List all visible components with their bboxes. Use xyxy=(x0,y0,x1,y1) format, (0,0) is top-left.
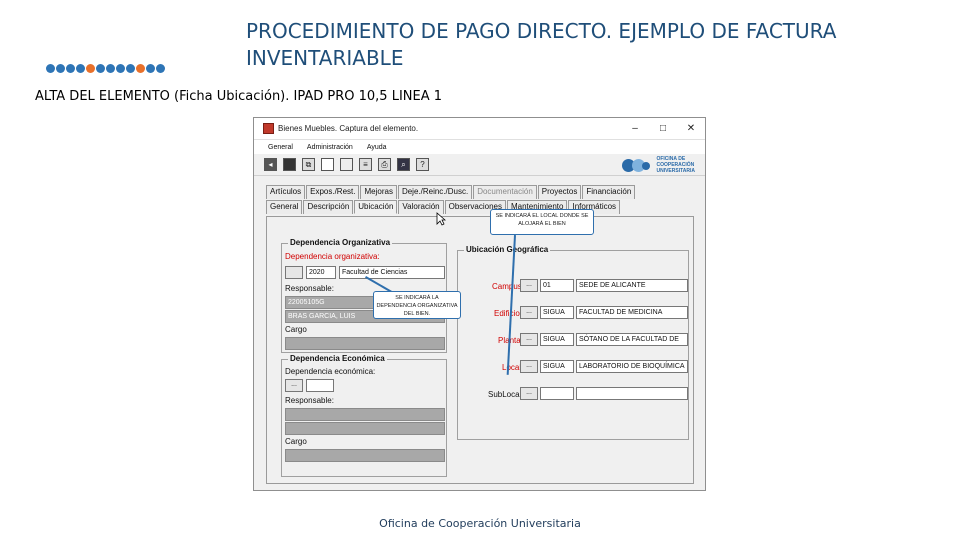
dep-economica-name-field xyxy=(337,379,445,392)
maximize-button[interactable]: □ xyxy=(649,118,677,140)
decorative-dot xyxy=(66,64,75,73)
decorative-dot xyxy=(136,64,145,73)
exit-icon[interactable]: ◂ xyxy=(264,158,277,171)
responsable-label: Responsable: xyxy=(285,284,334,293)
local-label: Local xyxy=(502,363,522,372)
economica-responsable-name-field xyxy=(285,422,445,435)
tab-mejoras[interactable]: Mejoras xyxy=(360,185,397,199)
decorative-dot xyxy=(146,64,155,73)
economica-responsable-id-field xyxy=(285,408,445,421)
edificio-lookup-button[interactable]: ... xyxy=(520,306,538,319)
cargo-label: Cargo xyxy=(285,325,307,334)
window-title: Bienes Muebles. Captura del elemento. xyxy=(278,124,419,133)
local-code-field[interactable]: SIGUA xyxy=(540,360,574,373)
tab-ubicacion[interactable]: Ubicación xyxy=(354,200,398,214)
tab-expos-rest[interactable]: Expos./Rest. xyxy=(306,185,360,199)
logo-text: OFICINA DE COOPERACIÓN UNIVERSITARIA xyxy=(656,156,695,174)
slide-subtitle: ALTA DEL ELEMENTO (Ficha Ubicación). IPA… xyxy=(35,89,443,104)
tab-proyectos[interactable]: Proyectos xyxy=(537,185,582,199)
campus-value-field[interactable]: SEDE DE ALICANTE xyxy=(576,279,688,292)
menu-bar: General Administración Ayuda xyxy=(254,140,705,154)
local-lookup-button[interactable]: ... xyxy=(520,360,538,373)
menu-general[interactable]: General xyxy=(268,144,293,151)
university-logo: OFICINA DE COOPERACIÓN UNIVERSITARIA xyxy=(622,156,695,174)
slide-footer: Oficina de Cooperación Universitaria xyxy=(379,517,581,530)
delete-icon[interactable] xyxy=(340,158,353,171)
callout-local: SE INDICARÁ EL LOCAL DONDE SE ALOJARÁ EL… xyxy=(490,209,594,235)
campus-code-field[interactable]: 01 xyxy=(540,279,574,292)
slide-title: PROCEDIMIENTO DE PAGO DIRECTO. EJEMPLO D… xyxy=(246,19,837,70)
new-icon[interactable] xyxy=(321,158,334,171)
dep-organizativa-code-field[interactable]: 2020 xyxy=(306,266,336,279)
menu-administracion[interactable]: Administración xyxy=(307,144,353,151)
tab-articulos[interactable]: Artículos xyxy=(266,185,306,199)
group-title-geografica: Ubicación Geográfica xyxy=(464,245,551,254)
decorative-dot xyxy=(86,64,95,73)
list-icon[interactable]: ≡ xyxy=(359,158,372,171)
dep-organizativa-label: Dependencia organizativa: xyxy=(285,252,380,261)
edificio-code-field[interactable]: SIGUA xyxy=(540,306,574,319)
search-icon[interactable]: ⌕ xyxy=(397,158,410,171)
planta-code-field[interactable]: SIGUA xyxy=(540,333,574,346)
decorative-dot xyxy=(96,64,105,73)
dep-economica-code-field[interactable] xyxy=(306,379,334,392)
dep-organizativa-lookup-button[interactable] xyxy=(285,266,303,279)
app-window: Bienes Muebles. Captura del elemento. – … xyxy=(253,117,706,491)
sublocal-label: SubLocal xyxy=(488,390,522,399)
save-icon[interactable] xyxy=(283,158,296,171)
tab-financiacion[interactable]: Financiación xyxy=(582,185,636,199)
campus-label: Campus xyxy=(492,282,522,291)
dep-economica-label: Dependencia económica: xyxy=(285,367,376,376)
economica-cargo-label: Cargo xyxy=(285,437,307,446)
edificio-label: Edificio xyxy=(494,309,520,318)
campus-lookup-button[interactable]: ... xyxy=(520,279,538,292)
copy-icon[interactable]: ⧉ xyxy=(302,158,315,171)
tab-row-1: Artículos Expos./Rest. Mejoras Deje./Rei… xyxy=(266,185,636,199)
tab-documentacion[interactable]: Documentación xyxy=(473,185,537,199)
cargo-field xyxy=(285,337,445,350)
planta-value-field[interactable]: SÓTANO DE LA FACULTAD DE xyxy=(576,333,688,346)
decorative-dot xyxy=(126,64,135,73)
decorative-dot xyxy=(56,64,65,73)
dep-organizativa-name-field[interactable]: Facultad de Ciencias xyxy=(339,266,445,279)
tab-general[interactable]: General xyxy=(266,200,303,214)
group-title-organizativa: Dependencia Organizativa xyxy=(288,238,393,247)
print-icon[interactable]: ⎙ xyxy=(378,158,391,171)
decorative-dot xyxy=(156,64,165,73)
decorative-dot xyxy=(46,64,55,73)
sublocal-lookup-button[interactable]: ... xyxy=(520,387,538,400)
decorative-dots xyxy=(46,64,165,73)
group-ubicacion-geografica: Ubicación Geográfica Campus ... 01 SEDE … xyxy=(457,245,689,440)
app-icon xyxy=(263,123,274,134)
dep-economica-lookup-button[interactable]: ... xyxy=(285,379,303,392)
minimize-button[interactable]: – xyxy=(621,118,649,140)
help-icon[interactable]: ? xyxy=(416,158,429,171)
logo-mark-icon xyxy=(622,157,652,174)
economica-cargo-field xyxy=(285,449,445,462)
ubicacion-panel: Dependencia Organizativa Dependencia org… xyxy=(266,216,694,484)
window-titlebar: Bienes Muebles. Captura del elemento. – … xyxy=(254,118,705,140)
toolbar: ◂ ⧉ ≡ ⎙ ⌕ ? OFICINA DE COOPERACIÓN UNIVE… xyxy=(254,154,705,176)
menu-ayuda[interactable]: Ayuda xyxy=(367,144,387,151)
edificio-value-field[interactable]: FACULTAD DE MEDICINA xyxy=(576,306,688,319)
decorative-dot xyxy=(116,64,125,73)
sublocal-code-field[interactable] xyxy=(540,387,574,400)
decorative-dot xyxy=(106,64,115,73)
group-dependencia-economica: Dependencia Económica Dependencia económ… xyxy=(281,354,447,477)
group-title-economica: Dependencia Económica xyxy=(288,354,387,363)
callout-dependencia: SE INDICARÁ LA DEPENDENCIA ORGANIZATIVA … xyxy=(373,291,461,319)
planta-lookup-button[interactable]: ... xyxy=(520,333,538,346)
tab-deje-reinc[interactable]: Deje./Reinc./Dusc. xyxy=(397,185,473,199)
tab-descripcion[interactable]: Descripción xyxy=(303,200,354,214)
local-value-field[interactable]: LABORATORIO DE BIOQUÍMICA xyxy=(576,360,688,373)
mouse-cursor-icon xyxy=(436,212,446,226)
sublocal-value-field[interactable] xyxy=(576,387,688,400)
economica-responsable-label: Responsable: xyxy=(285,396,334,405)
decorative-dot xyxy=(76,64,85,73)
close-button[interactable]: ✕ xyxy=(677,118,705,140)
